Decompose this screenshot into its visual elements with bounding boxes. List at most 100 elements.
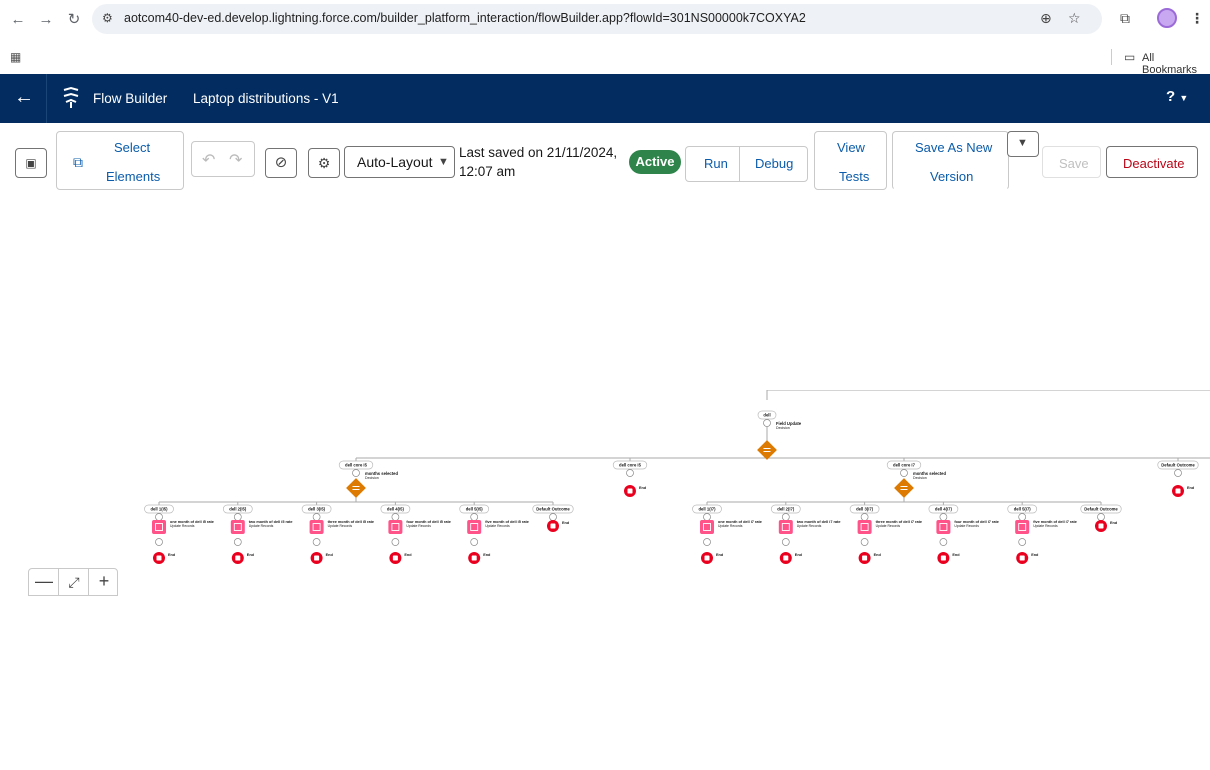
- add-element-icon[interactable]: [1018, 538, 1027, 546]
- add-element-icon[interactable]: [549, 513, 557, 521]
- save-options-dropdown[interactable]: ▼: [1007, 131, 1039, 157]
- select-elements-label-line1: Select: [114, 140, 151, 155]
- update-records-icon[interactable]: [309, 520, 324, 534]
- panel-icon: ▣: [25, 156, 37, 170]
- add-element-icon[interactable]: [1018, 513, 1027, 521]
- reload-icon[interactable]: ↻: [64, 10, 84, 30]
- star-icon[interactable]: ☆: [1068, 10, 1081, 27]
- add-element-icon[interactable]: [900, 469, 908, 477]
- add-element-icon[interactable]: [155, 538, 163, 546]
- forward-icon[interactable]: →: [36, 10, 56, 30]
- add-element-icon[interactable]: [939, 538, 948, 546]
- decision-node[interactable]: [346, 478, 366, 498]
- deactivate-label: Deactivate: [1123, 156, 1185, 171]
- settings-button[interactable]: ⚙: [308, 148, 340, 178]
- save-as-new-version-button[interactable]: Save As New Version: [892, 131, 1009, 190]
- save-label: Save: [1059, 156, 1089, 171]
- add-element-icon[interactable]: [352, 469, 360, 477]
- add-element-icon[interactable]: [860, 538, 869, 546]
- update-subtitle: Update Records: [249, 524, 274, 528]
- extensions-icon[interactable]: ⧉: [1120, 10, 1130, 27]
- end-label: End: [1031, 553, 1039, 557]
- branch-label: dell 4(i5): [387, 507, 405, 512]
- branch-label: dell 5(i7): [1014, 507, 1032, 512]
- update-records-icon[interactable]: [857, 520, 872, 534]
- end-label: End: [326, 553, 334, 557]
- add-element-icon[interactable]: [312, 513, 321, 521]
- update-records-icon[interactable]: [230, 520, 245, 534]
- divider: [1111, 49, 1112, 65]
- add-element-icon[interactable]: [626, 469, 634, 477]
- update-records-icon[interactable]: [1015, 520, 1030, 534]
- add-element-icon[interactable]: [155, 513, 163, 521]
- profile-avatar[interactable]: [1157, 8, 1177, 28]
- add-element-icon[interactable]: [233, 538, 242, 546]
- back-arrow-icon[interactable]: ←: [14, 86, 34, 109]
- site-settings-icon[interactable]: ⚙: [102, 11, 113, 25]
- end-glyph: [1019, 555, 1025, 561]
- update-records-icon[interactable]: [936, 520, 951, 534]
- branch-label: dell: [763, 413, 770, 418]
- add-element-icon[interactable]: [781, 538, 790, 546]
- update-records-icon[interactable]: [467, 520, 482, 534]
- run-button[interactable]: Run: [704, 156, 728, 171]
- flow-name: Laptop distributions - V1: [193, 91, 339, 106]
- url-text[interactable]: aotcom40-dev-ed.develop.lightning.force.…: [124, 11, 806, 25]
- end-label: End: [874, 553, 882, 557]
- decision-icon: [894, 478, 914, 498]
- app-title: Flow Builder: [93, 91, 168, 106]
- branch-label: dell 1(i5): [151, 507, 169, 512]
- add-element-icon[interactable]: [781, 513, 790, 521]
- update-records-icon[interactable]: [388, 520, 403, 534]
- layout-select[interactable]: Auto-Layout ▼: [344, 146, 455, 178]
- add-element-icon[interactable]: [391, 538, 400, 546]
- add-element-icon[interactable]: [939, 513, 948, 521]
- add-element-icon[interactable]: [860, 513, 869, 521]
- end-label: End: [483, 553, 491, 557]
- undo-icon[interactable]: ↶: [202, 150, 215, 170]
- add-element-icon[interactable]: [703, 538, 711, 546]
- help-menu-button[interactable]: ? ▼: [1166, 88, 1188, 105]
- help-icon: ?: [1166, 88, 1176, 105]
- deactivate-button[interactable]: Deactivate: [1106, 146, 1198, 178]
- update-records-icon[interactable]: [152, 520, 166, 534]
- kebab-menu-icon[interactable]: ⋮: [1190, 10, 1204, 27]
- zoom-in-button[interactable]: +: [89, 571, 119, 592]
- apps-icon[interactable]: ▦: [10, 50, 21, 64]
- branch-label: dell core i5: [345, 463, 368, 468]
- toggle-panel-button[interactable]: ▣: [15, 148, 47, 178]
- add-element-icon[interactable]: [1174, 469, 1182, 477]
- redo-icon[interactable]: ↷: [229, 150, 242, 170]
- branch-label: dell 3(i5): [308, 507, 326, 512]
- back-icon[interactable]: ←: [8, 10, 28, 30]
- view-tests-button[interactable]: View Tests: [814, 131, 887, 190]
- all-bookmarks-link[interactable]: All Bookmarks: [1142, 52, 1210, 76]
- update-subtitle: Update Records: [170, 524, 195, 528]
- zoom-icon[interactable]: ⊕: [1040, 10, 1052, 27]
- add-element-icon[interactable]: [312, 538, 321, 546]
- add-element-icon[interactable]: [391, 513, 400, 521]
- zoom-out-button[interactable]: —: [29, 571, 59, 592]
- decision-node[interactable]: [757, 440, 777, 460]
- add-element-icon[interactable]: [470, 538, 479, 546]
- add-element-icon[interactable]: [470, 513, 479, 521]
- add-element-icon[interactable]: [1097, 513, 1105, 521]
- divider: [739, 147, 740, 181]
- update-records-icon[interactable]: [700, 520, 714, 534]
- end-glyph: [940, 555, 946, 561]
- chevron-down-icon: ▼: [1017, 137, 1028, 149]
- update-subtitle: Update Records: [406, 524, 431, 528]
- cancel-button[interactable]: ⊘: [265, 148, 297, 178]
- fit-view-button[interactable]: ⤢: [59, 574, 89, 591]
- update-records-icon[interactable]: [778, 520, 793, 534]
- select-elements-button[interactable]: ⧉ Select Elements: [56, 131, 184, 190]
- add-element-icon[interactable]: [233, 513, 242, 521]
- add-element-icon[interactable]: [763, 419, 771, 427]
- save-button[interactable]: Save: [1042, 146, 1101, 178]
- debug-button[interactable]: Debug: [755, 156, 793, 171]
- update-subtitle: Update Records: [1033, 524, 1058, 528]
- add-element-icon[interactable]: [703, 513, 711, 521]
- gear-icon: ⚙: [317, 155, 331, 171]
- address-bar[interactable]: ⚙ aotcom40-dev-ed.develop.lightning.forc…: [92, 4, 1102, 34]
- decision-node[interactable]: [894, 478, 914, 498]
